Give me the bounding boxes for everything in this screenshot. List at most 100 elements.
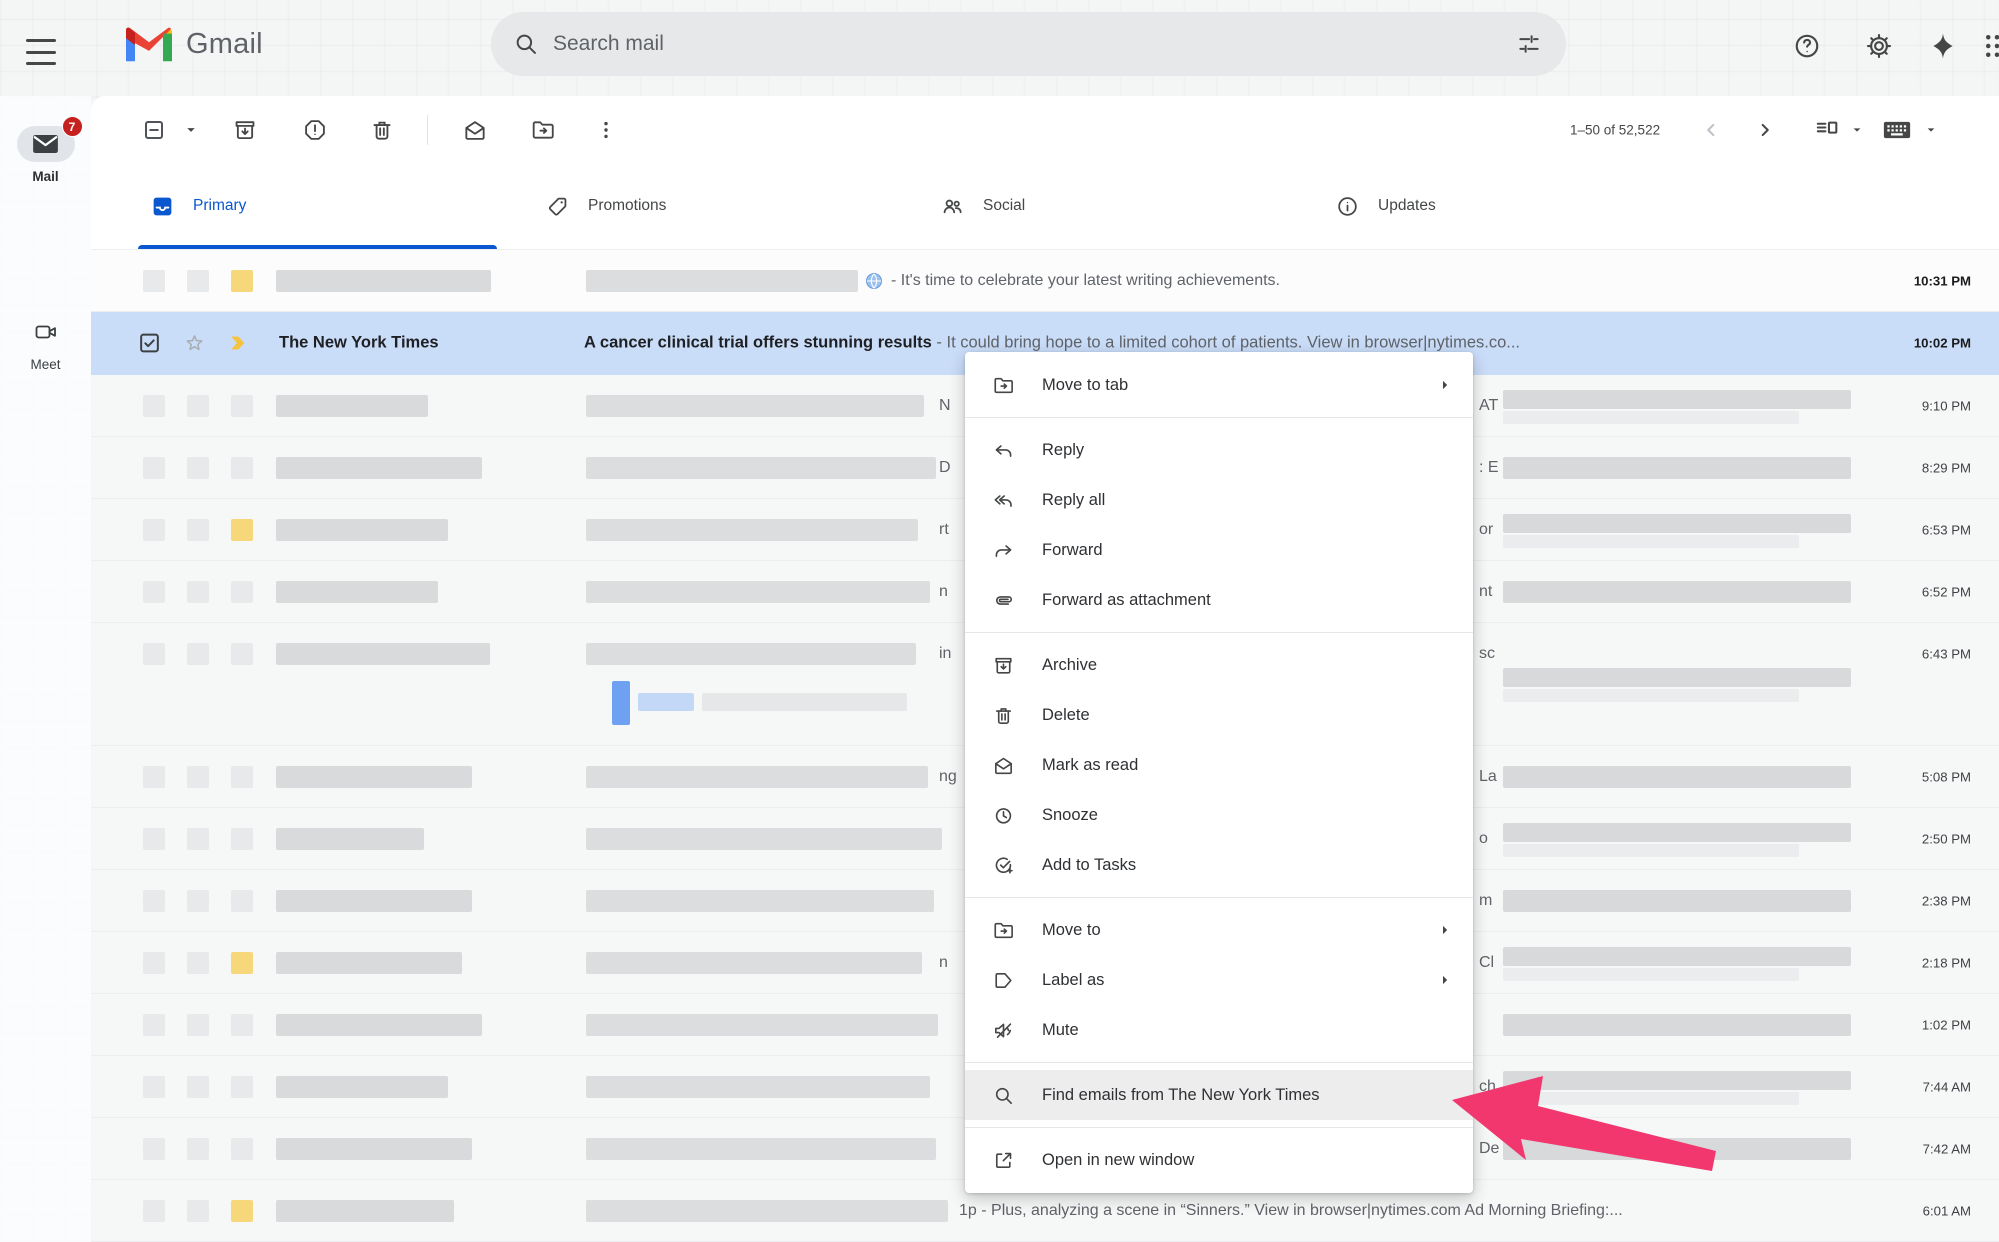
select-dropdown-icon[interactable] <box>173 112 209 148</box>
menu-item-label: Forward as attachment <box>1042 591 1211 610</box>
star-blur <box>187 395 209 417</box>
snippet-fragment-right: : E <box>1479 459 1499 477</box>
input-tools-keyboard-icon[interactable] <box>1879 112 1915 148</box>
menu-item-mute[interactable]: Mute <box>965 1005 1473 1055</box>
more-options-icon[interactable] <box>588 112 624 148</box>
tab-primary[interactable]: Primary <box>120 163 515 249</box>
snippet-blur-bar-right <box>1503 823 1851 842</box>
report-spam-button[interactable] <box>297 112 333 148</box>
submenu-arrow-icon <box>1435 970 1455 990</box>
checkbox-blur <box>143 270 165 292</box>
subject-blur-bar <box>586 952 922 974</box>
snippet-blur-bar-right <box>1503 390 1851 409</box>
subject-blur-bar <box>586 766 928 788</box>
main-menu-icon[interactable] <box>24 38 58 66</box>
folder-move-icon <box>992 374 1015 397</box>
social-people-icon <box>940 194 965 219</box>
menu-item-label: Forward <box>1042 541 1103 560</box>
gmail-wordmark: Gmail <box>186 28 263 61</box>
snippet-fragment-right: Cl <box>1479 954 1494 972</box>
split-pane-dropdown-icon[interactable] <box>1839 112 1875 148</box>
menu-item-move-to[interactable]: Move to <box>965 905 1473 955</box>
menu-item-add-to-tasks[interactable]: Add to Tasks <box>965 840 1473 890</box>
meet-pill[interactable] <box>17 314 75 350</box>
importance-blur <box>231 519 253 541</box>
email-time: 6:01 AM <box>1923 1203 1971 1218</box>
subject-blur-bar <box>586 1200 948 1222</box>
menu-item-archive[interactable]: Archive <box>965 640 1473 690</box>
menu-item-label: Reply <box>1042 441 1084 460</box>
importance-blur <box>231 457 253 479</box>
add-tasks-icon <box>992 854 1015 877</box>
email-time: 7:42 AM <box>1923 1141 1971 1156</box>
mute-icon <box>992 1019 1015 1042</box>
sender-blur-bar <box>276 270 491 292</box>
archive-button[interactable] <box>227 112 263 148</box>
menu-item-label-as[interactable]: Label as <box>965 955 1473 1005</box>
menu-item-reply[interactable]: Reply <box>965 425 1473 475</box>
gemini-sparkle-icon[interactable] <box>1924 27 1962 65</box>
email-time: 10:31 PM <box>1914 273 1971 288</box>
nav-rail: 7 Mail Meet <box>0 96 91 1242</box>
menu-item-reply-all[interactable]: Reply all <box>965 475 1473 525</box>
star-blur <box>187 643 209 665</box>
gmail-logo: Gmail <box>126 26 263 62</box>
tab-promotions[interactable]: Promotions <box>515 163 910 249</box>
importance-blur <box>231 828 253 850</box>
apps-grid-icon[interactable] <box>1978 27 1999 65</box>
menu-item-mark-as-read[interactable]: Mark as read <box>965 740 1473 790</box>
search-icon[interactable] <box>513 31 539 57</box>
older-page-icon[interactable] <box>1747 112 1783 148</box>
mail-pill[interactable]: 7 <box>17 126 75 162</box>
importance-blur <box>231 581 253 603</box>
menu-item-label: Open in new window <box>1042 1151 1194 1170</box>
menu-item-label: Archive <box>1042 656 1097 675</box>
menu-item-snooze[interactable]: Snooze <box>965 790 1473 840</box>
select-all-checkbox[interactable] <box>136 112 172 148</box>
menu-divider <box>965 417 1473 418</box>
star-blur <box>187 519 209 541</box>
move-to-button[interactable] <box>525 112 561 148</box>
snooze-icon <box>992 804 1015 827</box>
row-checkbox-checked[interactable] <box>137 331 162 356</box>
star-icon[interactable] <box>183 332 206 355</box>
importance-blur <box>231 1014 253 1036</box>
checkbox-blur <box>143 1076 165 1098</box>
gmail-m-icon <box>126 26 172 62</box>
keyboard-dropdown-icon[interactable] <box>1913 112 1949 148</box>
nav-rail-mail[interactable]: 7 Mail <box>0 126 91 184</box>
mark-unread-button[interactable] <box>457 112 493 148</box>
snippet-fragment-right: o <box>1479 830 1488 848</box>
newer-page-icon[interactable] <box>1693 112 1729 148</box>
nav-rail-mail-label: Mail <box>32 169 58 184</box>
menu-item-forward-as-attachment[interactable]: Forward as attachment <box>965 575 1473 625</box>
tab-social[interactable]: Social <box>910 163 1305 249</box>
tab-updates[interactable]: Updates <box>1305 163 1700 249</box>
email-row[interactable]: 10:31 PM- It's time to celebrate your la… <box>91 250 1999 312</box>
importance-blur <box>231 890 253 912</box>
menu-item-move-to-tab[interactable]: Move to tab <box>965 360 1473 410</box>
settings-gear-icon[interactable] <box>1860 27 1898 65</box>
menu-item-find-emails-from-the-new-york-times[interactable]: Find emails from The New York Times <box>965 1070 1473 1120</box>
checkbox-blur <box>143 890 165 912</box>
menu-item-open-in-new-window[interactable]: Open in new window <box>965 1135 1473 1185</box>
search-options-icon[interactable] <box>1516 31 1542 57</box>
menu-item-label: Reply all <box>1042 491 1105 510</box>
snippet-fragment-right: sc <box>1479 645 1495 663</box>
snippet-blur-bar-right <box>1503 514 1851 533</box>
email-subject-line: A cancer clinical trial offers stunning … <box>584 334 1849 353</box>
delete-icon <box>992 704 1015 727</box>
submenu-arrow-icon <box>1435 920 1455 940</box>
snippet-fragment-left: D <box>939 459 951 477</box>
menu-item-delete[interactable]: Delete <box>965 690 1473 740</box>
second-line-blur-bar <box>702 693 907 711</box>
checkbox-blur <box>143 395 165 417</box>
checkbox-blur <box>143 766 165 788</box>
search-input[interactable]: Search mail <box>491 12 1566 76</box>
nav-rail-meet[interactable]: Meet <box>0 314 91 372</box>
tab-promotions-label: Promotions <box>588 197 666 215</box>
help-icon[interactable] <box>1788 27 1826 65</box>
sender-blur-bar <box>276 581 438 603</box>
menu-item-forward[interactable]: Forward <box>965 525 1473 575</box>
delete-button[interactable] <box>364 112 400 148</box>
